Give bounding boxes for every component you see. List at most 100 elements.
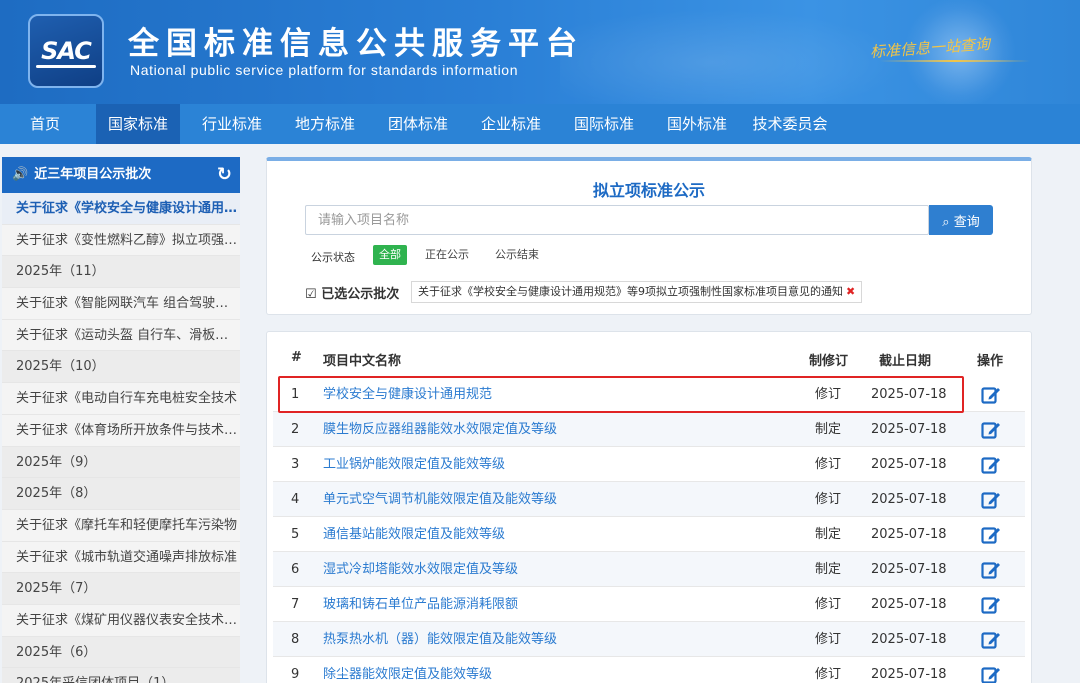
sidebar-batch-item[interactable]: 关于征求《变性燃料乙醇》拟立项强制性 xyxy=(2,224,240,257)
project-name-link[interactable]: 工业锅炉能效限定值及能效等级 xyxy=(323,447,505,482)
edit-icon[interactable] xyxy=(981,665,1001,683)
deadline-date: 2025-07-18 xyxy=(871,667,947,682)
selected-batch-text: 已选公示批次 xyxy=(321,287,400,302)
col-header-num: # xyxy=(291,350,302,365)
sidebar-title: 近三年项目公示批次 xyxy=(34,167,152,182)
table-row: 5 通信基站能效限定值及能效等级 制定 2025-07-18 xyxy=(273,517,1025,552)
table-row: 1 学校安全与健康设计通用规范 修订 2025-07-18 xyxy=(273,377,1025,412)
site-subtitle: National public service platform for sta… xyxy=(130,62,519,78)
edit-icon[interactable] xyxy=(981,455,1001,475)
sidebar-batch-item[interactable]: 关于征求《摩托车和轻便摩托车污染物 xyxy=(2,509,240,542)
sidebar-year-group[interactable]: 2025年（11） xyxy=(2,256,240,289)
sidebar-year-group[interactable]: 2025年（8） xyxy=(2,478,240,510)
sidebar-year-group[interactable]: 2025年（6） xyxy=(2,636,240,669)
batch-sidebar: 🔊 近三年项目公示批次 ↻ 关于征求《学校安全与健康设计通用规范》 关于征求《变性燃… xyxy=(2,157,240,683)
check-icon: ☑ xyxy=(305,287,317,302)
status-filter-label: 公示状态 xyxy=(311,251,355,264)
main-nav: 首页 国家标准 行业标准 地方标准 团体标准 企业标准 国际标准 国外标准 技术… xyxy=(0,104,1080,144)
col-header-type: 制修订 xyxy=(809,354,849,369)
nav-item-group[interactable]: 团体标准 xyxy=(376,104,460,144)
sidebar-batch-item[interactable]: 关于征求《城市轨道交通噪声排放标准 xyxy=(2,541,240,574)
nav-item-committee[interactable]: 技术委员会 xyxy=(745,104,835,144)
search-icon: ⌕ xyxy=(942,214,950,230)
col-header-deadline: 截止日期 xyxy=(879,354,932,369)
col-header-name: 项目中文名称 xyxy=(323,354,402,369)
col-header-op: 操作 xyxy=(977,354,1004,369)
sidebar-year-group[interactable]: 2025年（10） xyxy=(2,351,240,384)
table-row: 6 湿式冷却塔能效水效限定值及等级 制定 2025-07-18 xyxy=(273,552,1025,587)
sidebar-batch-item[interactable]: 关于征求《电动自行车充电桩安全技术 xyxy=(2,383,240,415)
deadline-date: 2025-07-18 xyxy=(871,387,947,402)
sidebar-batch-item[interactable]: 关于征求《运动头盔 自行车、滑板、轮滑 xyxy=(2,319,240,352)
nav-item-home[interactable]: 首页 xyxy=(14,104,76,144)
project-name-link[interactable]: 学校安全与健康设计通用规范 xyxy=(323,377,492,412)
project-name-link[interactable]: 湿式冷却塔能效水效限定值及等级 xyxy=(323,552,518,587)
refresh-icon[interactable]: ↻ xyxy=(217,157,232,193)
sidebar-batch-item[interactable]: 关于征求《智能网联汽车 组合驾驶辅助 xyxy=(2,288,240,320)
project-name-link[interactable]: 通信基站能效限定值及能效等级 xyxy=(323,517,505,552)
project-name-link[interactable]: 单元式空气调节机能效限定值及能效等级 xyxy=(323,482,557,517)
sidebar-year-group[interactable]: 2025年（9） xyxy=(2,446,240,479)
nav-item-international[interactable]: 国际标准 xyxy=(562,104,646,144)
project-name-link[interactable]: 玻璃和铸石单位产品能源消耗限额 xyxy=(323,587,518,622)
sidebar-batch-item[interactable]: 关于征求《煤矿用仪器仪表安全技术要求 xyxy=(2,604,240,637)
row-number: 4 xyxy=(291,492,300,507)
edit-icon[interactable] xyxy=(981,490,1001,510)
nav-item-foreign[interactable]: 国外标准 xyxy=(655,104,739,144)
revision-type: 制定 xyxy=(815,422,842,437)
sidebar-list: 关于征求《学校安全与健康设计通用规范》 关于征求《变性燃料乙醇》拟立项强制性 202… xyxy=(2,193,240,683)
filter-ongoing[interactable]: 正在公示 xyxy=(419,245,475,265)
table-row: 7 玻璃和铸石单位产品能源消耗限额 修订 2025-07-18 xyxy=(273,587,1025,622)
selected-batch-tag: 关于征求《学校安全与健康设计通用规范》等9项拟立项强制性国家标准项目意见的通知 ✖ xyxy=(411,281,863,303)
nav-item-industry[interactable]: 行业标准 xyxy=(190,104,274,144)
sac-logo[interactable]: SAC xyxy=(28,14,104,88)
filter-all[interactable]: 全部 xyxy=(373,245,407,265)
search-panel: 拟立项标准公示 ⌕ 查询 公示状态 全部 正在公示 公示结束 ☑ 已选公示批次 … xyxy=(266,157,1032,315)
revision-type: 修订 xyxy=(815,632,842,647)
project-name-link[interactable]: 膜生物反应器组器能效水效限定值及等级 xyxy=(323,412,557,447)
logo-text: SAC xyxy=(41,37,92,65)
revision-type: 修订 xyxy=(815,597,842,612)
slogan-underline xyxy=(880,60,1030,62)
sidebar-batch-item[interactable]: 关于征求《学校安全与健康设计通用规范》 xyxy=(2,193,240,225)
speaker-icon: 🔊 xyxy=(12,167,29,182)
site-header: SAC 全国标准信息公共服务平台 National public service… xyxy=(0,0,1080,104)
sidebar-header: 🔊 近三年项目公示批次 ↻ xyxy=(2,157,240,193)
revision-type: 修订 xyxy=(815,492,842,507)
deadline-date: 2025-07-18 xyxy=(871,562,947,577)
project-name-link[interactable]: 除尘器能效限定值及能效等级 xyxy=(323,657,492,683)
filter-ended[interactable]: 公示结束 xyxy=(489,245,545,265)
project-search-input[interactable] xyxy=(305,205,929,235)
revision-type: 修订 xyxy=(815,387,842,402)
selected-batch-label: ☑ 已选公示批次 xyxy=(305,283,399,302)
edit-icon[interactable] xyxy=(981,560,1001,580)
table-row: 8 热泵热水机（器）能效限定值及能效等级 修订 2025-07-18 xyxy=(273,622,1025,657)
row-number: 5 xyxy=(291,527,300,542)
deadline-date: 2025-07-18 xyxy=(871,492,947,507)
row-number: 3 xyxy=(291,457,300,472)
project-name-link[interactable]: 热泵热水机（器）能效限定值及能效等级 xyxy=(323,622,557,657)
edit-icon[interactable] xyxy=(981,595,1001,615)
edit-icon[interactable] xyxy=(981,525,1001,545)
deadline-date: 2025-07-18 xyxy=(871,597,947,612)
edit-icon[interactable] xyxy=(981,420,1001,440)
table-row: 3 工业锅炉能效限定值及能效等级 修订 2025-07-18 xyxy=(273,447,1025,482)
deadline-date: 2025-07-18 xyxy=(871,527,947,542)
edit-icon[interactable] xyxy=(981,385,1001,405)
revision-type: 修订 xyxy=(815,667,842,682)
nav-item-local[interactable]: 地方标准 xyxy=(283,104,367,144)
table-row: 9 除尘器能效限定值及能效等级 修订 2025-07-18 xyxy=(273,657,1025,683)
project-table: # 项目中文名称 制修订 截止日期 操作 1 学校安全与健康设计通用规范 修订 202… xyxy=(266,331,1032,683)
row-number: 6 xyxy=(291,562,300,577)
nav-item-national[interactable]: 国家标准 xyxy=(96,104,180,144)
selected-batch-tag-text: 关于征求《学校安全与健康设计通用规范》等9项拟立项强制性国家标准项目意见的通知 xyxy=(418,285,843,298)
sidebar-year-group[interactable]: 2025年（7） xyxy=(2,573,240,605)
panel-title: 拟立项标准公示 xyxy=(592,181,705,200)
nav-item-enterprise[interactable]: 企业标准 xyxy=(469,104,553,144)
search-button[interactable]: ⌕ 查询 xyxy=(929,205,993,235)
remove-tag-icon[interactable]: ✖ xyxy=(846,285,855,298)
site-title: 全国标准信息公共服务平台 xyxy=(128,26,584,62)
sidebar-batch-item[interactable]: 关于征求《体育场所开放条件与技术要求 xyxy=(2,414,240,447)
sidebar-year-group[interactable]: 2025年采信团体项目（1） xyxy=(2,668,240,683)
edit-icon[interactable] xyxy=(981,630,1001,650)
